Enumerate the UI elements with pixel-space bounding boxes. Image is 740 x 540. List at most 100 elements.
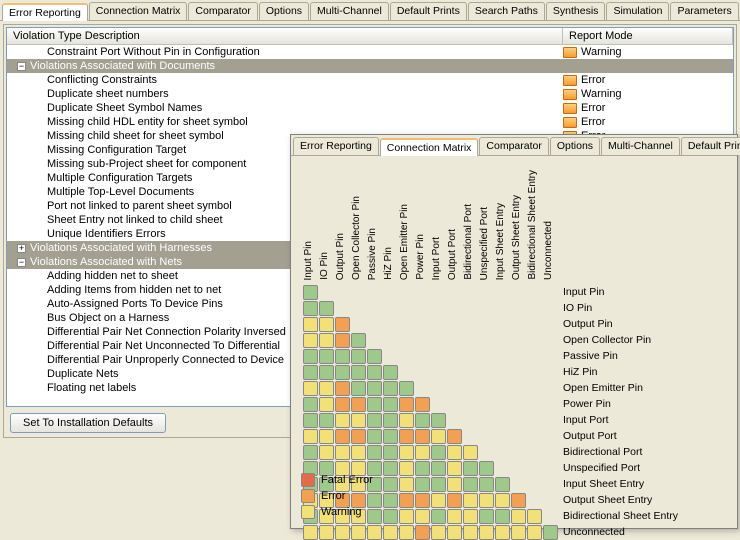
matrix-cell[interactable] [463, 493, 478, 508]
matrix-cell[interactable] [415, 493, 430, 508]
float-tab-error-reporting[interactable]: Error Reporting [293, 137, 379, 155]
matrix-cell[interactable] [447, 445, 462, 460]
matrix-cell[interactable] [511, 509, 526, 524]
matrix-cell[interactable] [367, 413, 382, 428]
matrix-cell[interactable] [431, 509, 446, 524]
report-mode-cell[interactable]: Error [563, 74, 733, 86]
matrix-cell[interactable] [335, 525, 350, 540]
col-header-report-mode[interactable]: Report Mode [563, 28, 733, 44]
main-tab-simulation[interactable]: Simulation [606, 2, 669, 20]
group-row[interactable]: −Violations Associated with Documents [7, 59, 733, 73]
matrix-cell[interactable] [447, 477, 462, 492]
matrix-cell[interactable] [319, 429, 334, 444]
matrix-cell[interactable] [447, 461, 462, 476]
matrix-cell[interactable] [351, 445, 366, 460]
matrix-cell[interactable] [319, 317, 334, 332]
matrix-cell[interactable] [447, 493, 462, 508]
matrix-cell[interactable] [383, 493, 398, 508]
matrix-cell[interactable] [447, 525, 462, 540]
matrix-cell[interactable] [511, 525, 526, 540]
matrix-cell[interactable] [351, 525, 366, 540]
matrix-cell[interactable] [335, 429, 350, 444]
matrix-cell[interactable] [383, 429, 398, 444]
matrix-cell[interactable] [303, 301, 318, 316]
matrix-cell[interactable] [351, 413, 366, 428]
matrix-cell[interactable] [303, 525, 318, 540]
matrix-cell[interactable] [543, 525, 558, 540]
matrix-cell[interactable] [319, 381, 334, 396]
report-mode-cell[interactable]: Warning [563, 46, 733, 58]
report-mode-cell[interactable]: Error [563, 116, 733, 128]
matrix-cell[interactable] [495, 509, 510, 524]
matrix-cell[interactable] [367, 397, 382, 412]
report-mode-cell[interactable]: Error [563, 102, 733, 114]
matrix-cell[interactable] [479, 461, 494, 476]
matrix-cell[interactable] [431, 413, 446, 428]
matrix-cell[interactable] [479, 493, 494, 508]
matrix-cell[interactable] [495, 493, 510, 508]
matrix-cell[interactable] [399, 509, 414, 524]
matrix-cell[interactable] [335, 317, 350, 332]
matrix-cell[interactable] [383, 365, 398, 380]
matrix-cell[interactable] [431, 461, 446, 476]
matrix-cell[interactable] [351, 397, 366, 412]
matrix-cell[interactable] [399, 493, 414, 508]
matrix-cell[interactable] [399, 413, 414, 428]
matrix-cell[interactable] [335, 333, 350, 348]
float-tab-multi-channel[interactable]: Multi-Channel [601, 137, 680, 155]
matrix-cell[interactable] [367, 349, 382, 364]
collapse-icon[interactable]: − [17, 62, 26, 71]
matrix-cell[interactable] [399, 461, 414, 476]
matrix-cell[interactable] [463, 477, 478, 492]
violation-row[interactable]: Missing child HDL entity for sheet symbo… [7, 115, 733, 129]
expand-icon[interactable]: + [17, 244, 26, 253]
matrix-cell[interactable] [303, 413, 318, 428]
matrix-cell[interactable] [319, 525, 334, 540]
matrix-cell[interactable] [335, 381, 350, 396]
main-tab-comparator[interactable]: Comparator [188, 2, 257, 20]
matrix-cell[interactable] [479, 477, 494, 492]
matrix-cell[interactable] [303, 445, 318, 460]
matrix-cell[interactable] [463, 461, 478, 476]
main-tab-synthesis[interactable]: Synthesis [546, 2, 606, 20]
matrix-cell[interactable] [399, 477, 414, 492]
matrix-cell[interactable] [511, 493, 526, 508]
matrix-cell[interactable] [415, 445, 430, 460]
matrix-cell[interactable] [431, 477, 446, 492]
matrix-cell[interactable] [415, 397, 430, 412]
violation-row[interactable]: Constraint Port Without Pin in Configura… [7, 45, 733, 59]
matrix-cell[interactable] [399, 525, 414, 540]
matrix-cell[interactable] [415, 413, 430, 428]
matrix-cell[interactable] [319, 445, 334, 460]
violation-row[interactable]: Conflicting ConstraintsError [7, 73, 733, 87]
matrix-cell[interactable] [447, 509, 462, 524]
matrix-cell[interactable] [431, 493, 446, 508]
matrix-cell[interactable] [351, 349, 366, 364]
matrix-cell[interactable] [351, 333, 366, 348]
matrix-cell[interactable] [367, 445, 382, 460]
matrix-cell[interactable] [383, 477, 398, 492]
matrix-cell[interactable] [383, 381, 398, 396]
matrix-cell[interactable] [319, 301, 334, 316]
matrix-cell[interactable] [431, 525, 446, 540]
matrix-cell[interactable] [367, 365, 382, 380]
matrix-cell[interactable] [367, 525, 382, 540]
matrix-cell[interactable] [383, 461, 398, 476]
matrix-cell[interactable] [351, 365, 366, 380]
matrix-cell[interactable] [415, 525, 430, 540]
matrix-cell[interactable] [415, 509, 430, 524]
matrix-cell[interactable] [399, 429, 414, 444]
matrix-cell[interactable] [383, 525, 398, 540]
matrix-cell[interactable] [431, 445, 446, 460]
matrix-cell[interactable] [303, 333, 318, 348]
main-tab-default-prints[interactable]: Default Prints [390, 2, 467, 20]
float-tab-comparator[interactable]: Comparator [479, 137, 548, 155]
matrix-cell[interactable] [527, 509, 542, 524]
matrix-cell[interactable] [495, 477, 510, 492]
matrix-cell[interactable] [303, 285, 318, 300]
main-tab-search-paths[interactable]: Search Paths [468, 2, 545, 20]
matrix-cell[interactable] [303, 429, 318, 444]
matrix-cell[interactable] [351, 429, 366, 444]
matrix-cell[interactable] [415, 429, 430, 444]
matrix-cell[interactable] [383, 509, 398, 524]
